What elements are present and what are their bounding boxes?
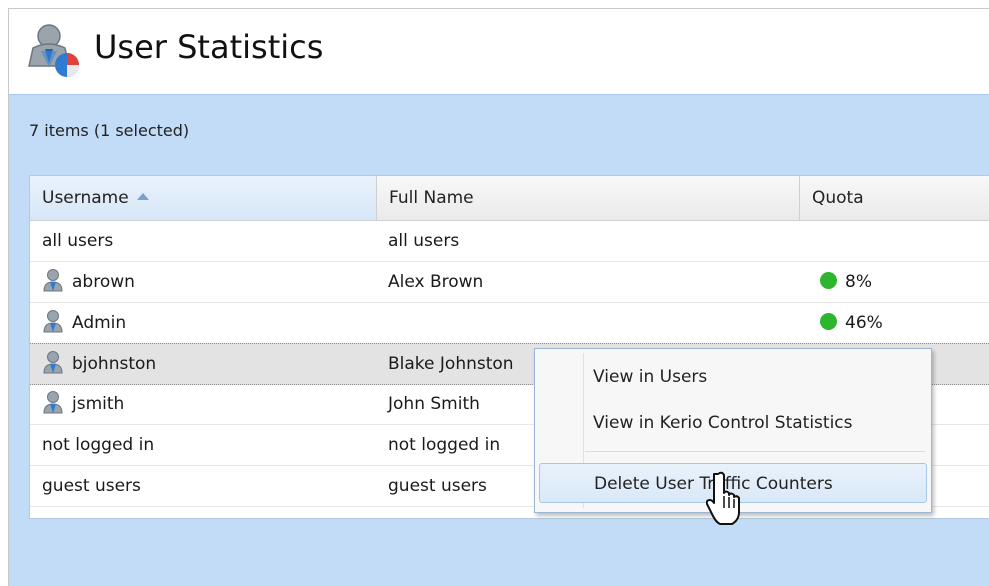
quota-cell: 46%: [820, 303, 883, 343]
user-icon: [43, 269, 63, 292]
menu-divider: [585, 451, 925, 452]
column-label: Username: [42, 188, 129, 208]
menu-item-view-in-kerio-control-statistics[interactable]: View in Kerio Control Statistics: [593, 403, 853, 443]
quota-cell: 8%: [820, 262, 872, 302]
table-row[interactable]: Admin 46%: [30, 303, 989, 344]
table-row[interactable]: abrown Alex Brown 8%: [30, 262, 989, 303]
full-name-cell: guest users: [388, 476, 487, 496]
full-name-cell: all users: [388, 231, 460, 251]
quota-value: 46%: [845, 313, 883, 333]
hand-pointer-icon: [706, 471, 740, 525]
username-cell: not logged in: [42, 435, 155, 455]
username-cell: Admin: [42, 303, 126, 343]
username-cell: bjohnston: [42, 344, 156, 384]
column-label: Full Name: [389, 188, 474, 208]
user-icon: [43, 351, 63, 374]
page-header: User Statistics: [9, 9, 989, 94]
sort-ascending-icon: [136, 192, 149, 200]
column-header-quota[interactable]: Quota: [800, 176, 989, 220]
column-label: Quota: [812, 188, 864, 208]
username-text: abrown: [72, 272, 135, 292]
full-name-cell: John Smith: [388, 394, 480, 414]
username-cell: guest users: [42, 476, 141, 496]
full-name-cell: not logged in: [388, 435, 501, 455]
page-title: User Statistics: [94, 28, 324, 66]
table-row[interactable]: all users all users: [30, 221, 989, 262]
quota-value: 8%: [845, 272, 872, 292]
user-statistics-icon: [28, 24, 79, 77]
column-header-full-name[interactable]: Full Name: [377, 176, 800, 220]
username-text: Admin: [72, 313, 127, 333]
username-cell: abrown: [42, 262, 135, 302]
quota-status-icon: [820, 312, 837, 330]
user-icon: [43, 310, 63, 333]
items-count: 7 items (1 selected): [29, 121, 190, 140]
column-header-username[interactable]: Username: [30, 176, 377, 220]
username-text: jsmith: [72, 394, 125, 414]
menu-item-view-in-users[interactable]: View in Users: [593, 357, 707, 397]
user-icon: [43, 391, 63, 414]
username-cell: all users: [42, 231, 114, 251]
table-header: Username Full Name Quota: [30, 176, 989, 221]
username-cell: jsmith: [42, 384, 124, 424]
full-name-cell: Blake Johnston: [388, 354, 514, 374]
username-text: bjohnston: [72, 354, 157, 374]
quota-status-icon: [820, 271, 837, 289]
full-name-cell: Alex Brown: [388, 272, 484, 292]
